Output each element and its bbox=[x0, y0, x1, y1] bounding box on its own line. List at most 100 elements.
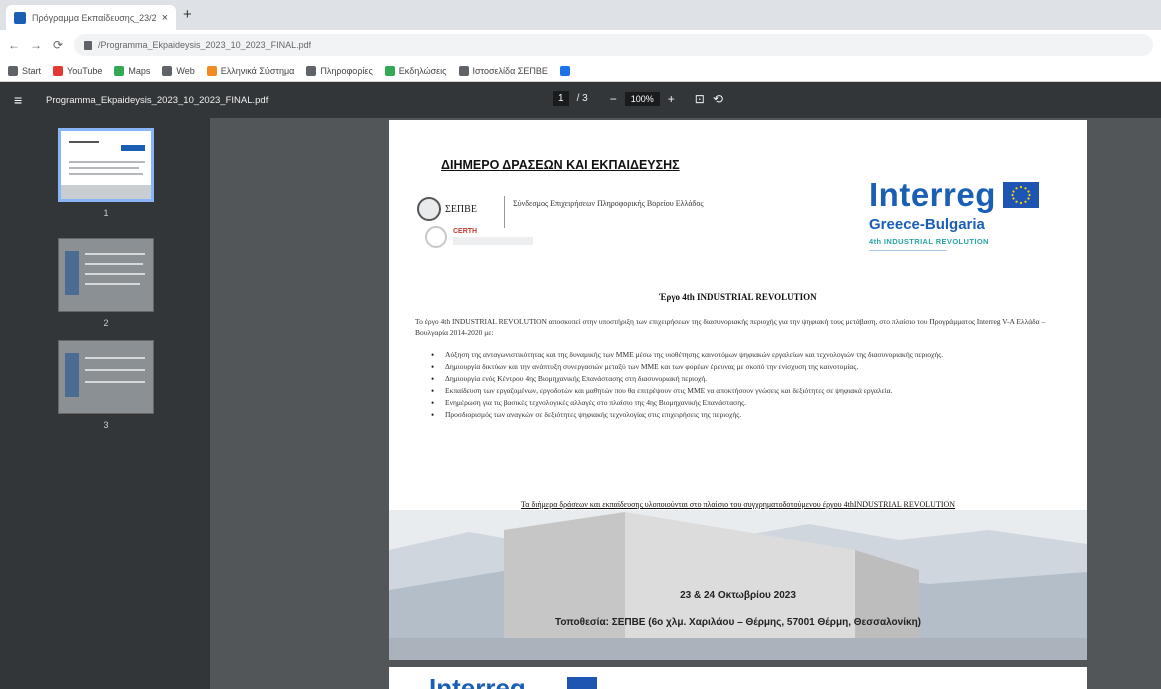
partner-subtitle-bar bbox=[453, 237, 533, 245]
thumb-line bbox=[85, 283, 140, 285]
thumb-block bbox=[65, 251, 79, 295]
thumb-line bbox=[69, 141, 99, 143]
project-name: 4th INDUSTRIAL REVOLUTION bbox=[869, 237, 989, 246]
browser-tab[interactable]: Πρόγραμμα Εκπαίδευσης_23/24.pdf × bbox=[6, 5, 176, 30]
bookmark-item[interactable]: Πληροφορίες bbox=[306, 65, 373, 76]
tab-strip: Πρόγραμμα Εκπαίδευσης_23/24.pdf × + bbox=[0, 0, 1161, 30]
navigation-bar: ← → ⟳ /Programma_Ekpaideysis_2023_10_202… bbox=[0, 30, 1161, 60]
bookmark-label: Πληροφορίες bbox=[320, 65, 373, 76]
thumb-line bbox=[85, 253, 145, 255]
list-item: Αύξηση της ανταγωνιστικότητας και της δυ… bbox=[431, 350, 1061, 360]
org-abbreviation: ΣΕΠΒΕ bbox=[445, 204, 477, 215]
logo-divider bbox=[504, 196, 505, 228]
zoom-out-icon[interactable]: − bbox=[610, 92, 617, 106]
menu-icon[interactable]: ≡ bbox=[14, 92, 34, 108]
pdf-toolbar: ≡ Programma_Ekpaideysis_2023_10_2023_FIN… bbox=[0, 82, 1161, 118]
list-item: Ενημέρωση για τις βασικές τεχνολογικές α… bbox=[431, 398, 1061, 408]
interreg-logo: Interreg bbox=[869, 176, 996, 213]
page-total: / 3 bbox=[576, 93, 588, 104]
bookmark-icon bbox=[206, 65, 217, 76]
thumb-line bbox=[85, 357, 145, 359]
youtube-icon bbox=[53, 65, 64, 76]
thumb-block bbox=[65, 353, 79, 397]
bookmark-icon bbox=[8, 65, 18, 76]
interreg-logo: Interreg bbox=[429, 673, 526, 689]
page-thumbnail[interactable] bbox=[58, 238, 154, 312]
bookmark-item[interactable]: Ελληνικά Σύστημα bbox=[206, 65, 295, 76]
section-title: Έργο 4th INDUSTRIAL REVOLUTION bbox=[659, 292, 817, 302]
bullet-list: Αύξηση της ανταγωνιστικότητας και της δυ… bbox=[431, 350, 1061, 422]
program-name: Greece-Bulgaria bbox=[869, 216, 985, 233]
pdf-page: ΔΙΗΜΕΡΟ ΔΡΑΣΕΩΝ ΚΑΙ ΕΚΠΑΙΔΕΥΣΗΣ ΣΕΠΒΕ Σύ… bbox=[389, 120, 1087, 660]
bookmark-label: Ελληνικά Σύστημα bbox=[220, 65, 295, 76]
callout-text: Τα διήμερα δράσεων και εκπαίδευσης υλοπο… bbox=[520, 500, 956, 509]
new-tab-button[interactable]: + bbox=[183, 7, 192, 23]
bookmark-label: Maps bbox=[128, 65, 151, 76]
thumb-line bbox=[85, 381, 145, 383]
page-thumbnail[interactable] bbox=[58, 128, 154, 202]
list-item: Δημιουργία ενός Κέντρου 4ης Βιομηχανικής… bbox=[431, 374, 1061, 384]
event-banner-image bbox=[389, 510, 1087, 660]
page-number-input[interactable]: 1 bbox=[553, 91, 569, 106]
event-venue: Τοποθεσία: ΣΕΠΒΕ (6ο χλμ. Χαριλάου – Θέρ… bbox=[554, 617, 922, 628]
tab-title: Πρόγραμμα Εκπαίδευσης_23/24.pdf bbox=[32, 12, 156, 23]
list-item: Προσδιορισμός των αναγκών σε δεξιότητες … bbox=[431, 410, 1061, 420]
org-name: Σύνδεσμος Επιχειρήσεων Πληροφορικής Βορε… bbox=[513, 199, 704, 208]
bookmark-item[interactable]: Εκδηλώσεις bbox=[384, 65, 447, 76]
zoom-input[interactable]: 100% bbox=[624, 91, 660, 106]
page-controls: 1 / 3 − 100% + ⊡ ⟲ bbox=[553, 91, 723, 106]
intro-paragraph: Το έργο 4th INDUSTRIAL REVOLUTION αποσκο… bbox=[415, 317, 1046, 337]
bookmark-item[interactable]: Web bbox=[162, 65, 195, 76]
bookmark-icon bbox=[306, 65, 317, 76]
bookmark-label: Ιστοσελίδα ΣΕΠΒΕ bbox=[472, 65, 548, 76]
bookmark-item[interactable]: Ιστοσελίδα ΣΕΠΒΕ bbox=[458, 65, 548, 76]
thumbnail-page-number: 3 bbox=[103, 420, 109, 430]
pdf-filename: Programma_Ekpaideysis_2023_10_2023_FINAL… bbox=[46, 94, 269, 106]
document-title: ΔΙΗΜΕΡΟ ΔΡΑΣΕΩΝ ΚΑΙ ΕΚΠΑΙΔΕΥΣΗΣ bbox=[441, 158, 680, 172]
pdf-favicon-icon bbox=[14, 11, 26, 24]
logo-underline bbox=[869, 250, 947, 251]
bookmark-item[interactable]: YouTube bbox=[53, 65, 102, 76]
thumb-line bbox=[69, 161, 145, 163]
reload-icon[interactable]: ⟳ bbox=[52, 38, 64, 52]
thumb-line bbox=[85, 263, 143, 265]
close-tab-icon[interactable]: × bbox=[162, 12, 168, 24]
fit-page-icon[interactable]: ⊡ bbox=[695, 92, 705, 106]
bookmarks-bar: Start YouTube Maps Web Ελληνικά Σύστημα … bbox=[0, 60, 1161, 82]
back-icon[interactable]: ← bbox=[8, 38, 20, 52]
bookmark-label: Start bbox=[22, 65, 42, 76]
list-item: Εκπαίδευση των εργαζομένων, εργοδοτών κα… bbox=[431, 386, 1061, 396]
list-item: Δημιουργία δικτύων και την ανάπτυξη συνε… bbox=[431, 362, 1061, 372]
url-text: /Programma_Ekpaideysis_2023_10_2023_FINA… bbox=[98, 40, 312, 50]
maps-icon bbox=[114, 65, 125, 76]
bookmark-icon bbox=[458, 65, 469, 76]
bookmark-label: Web bbox=[176, 65, 195, 76]
thumb-line bbox=[69, 173, 143, 175]
eu-flag-icon bbox=[1003, 182, 1039, 208]
address-bar[interactable]: /Programma_Ekpaideysis_2023_10_2023_FINA… bbox=[74, 34, 1153, 56]
page-thumbnail[interactable] bbox=[58, 340, 154, 414]
thumb-line bbox=[85, 369, 145, 371]
bookmark-item[interactable] bbox=[559, 65, 574, 76]
thumb-logo bbox=[121, 145, 145, 151]
thumbnail-sidebar: 1 2 3 bbox=[0, 118, 210, 689]
rotate-icon[interactable]: ⟲ bbox=[713, 92, 723, 106]
thumb-line bbox=[69, 167, 139, 169]
thumbnail-page-number: 1 bbox=[103, 208, 109, 218]
forward-icon[interactable]: → bbox=[30, 38, 42, 52]
thumbnail-page-number: 2 bbox=[103, 318, 109, 328]
lock-icon bbox=[84, 40, 92, 50]
bookmark-icon bbox=[162, 65, 173, 76]
thumb-banner bbox=[61, 185, 151, 199]
bookmark-item[interactable]: Maps bbox=[114, 65, 151, 76]
partner-name: CERTH bbox=[453, 228, 478, 235]
zoom-in-icon[interactable]: + bbox=[668, 92, 675, 106]
thumb-line bbox=[85, 273, 145, 275]
certh-logo-icon bbox=[425, 226, 447, 248]
eu-flag-icon bbox=[567, 677, 597, 689]
bookmark-icon bbox=[559, 65, 570, 76]
bookmark-item[interactable]: Start bbox=[8, 65, 42, 76]
bookmark-label: Εκδηλώσεις bbox=[398, 65, 447, 76]
event-dates: 23 & 24 Οκτωβρίου 2023 bbox=[680, 590, 796, 601]
sepve-logo-icon bbox=[417, 197, 441, 221]
